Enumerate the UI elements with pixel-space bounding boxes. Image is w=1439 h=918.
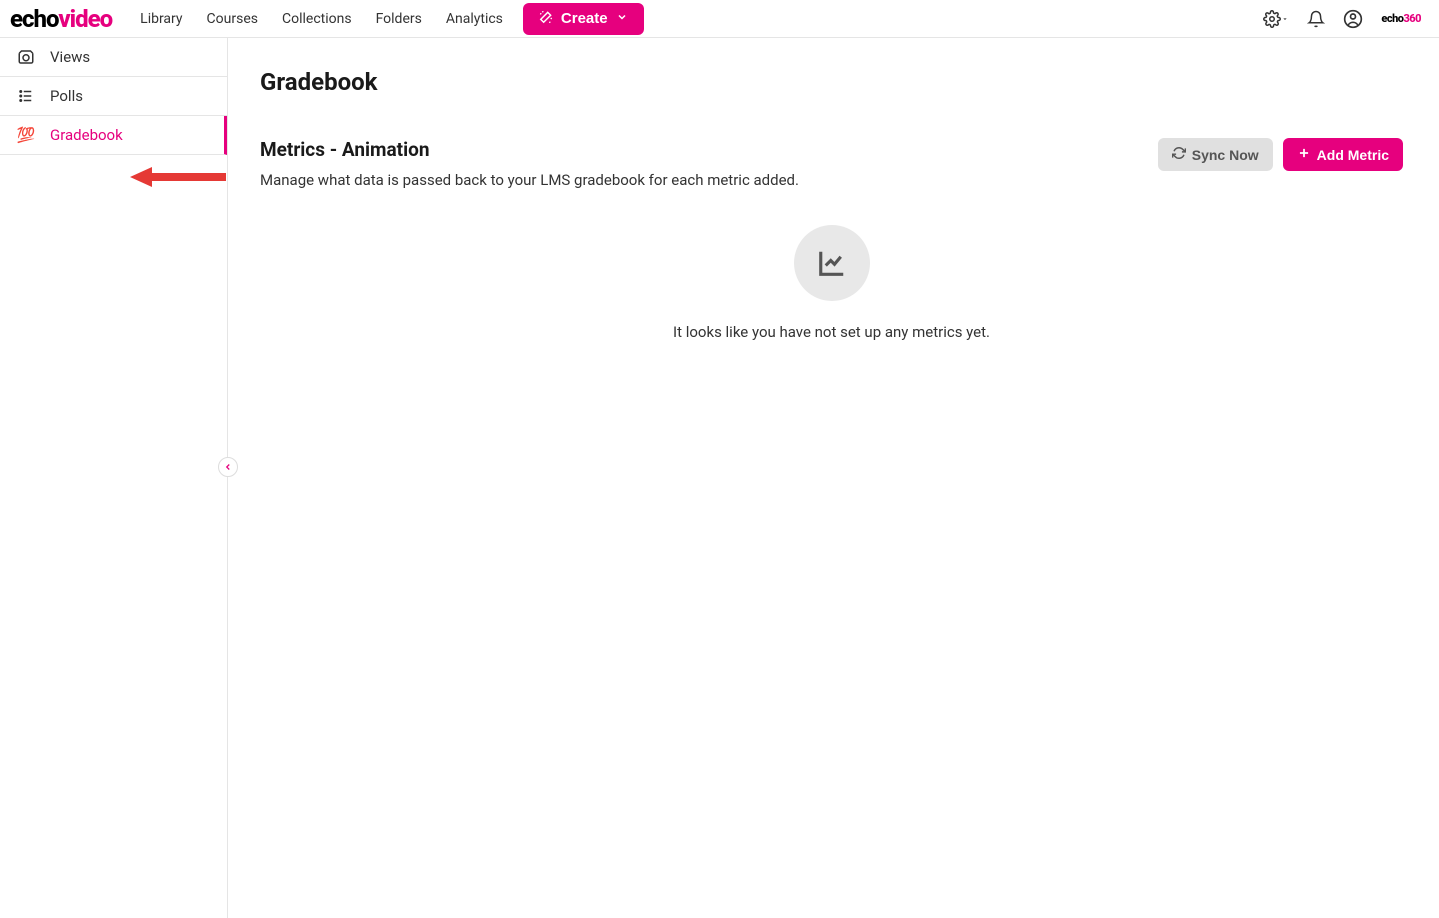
add-metric-button[interactable]: Add Metric [1283,138,1403,171]
nav-courses[interactable]: Courses [207,11,258,27]
sidebar-item-label: Gradebook [50,126,123,144]
polls-icon [16,87,36,105]
empty-text: It looks like you have not set up any me… [260,323,1403,341]
create-button[interactable]: Create [523,3,644,35]
metrics-heading: Metrics - Animation [260,138,799,161]
sidebar-item-polls[interactable]: Polls [0,77,227,116]
sidebar-item-gradebook[interactable]: 💯 Gradebook [0,116,227,155]
sync-now-button[interactable]: Sync Now [1158,138,1273,171]
refresh-icon [1172,146,1186,163]
annotation-arrow [130,165,230,193]
hundred-icon: 💯 [16,126,36,144]
logo[interactable]: echovideo [10,5,112,33]
views-icon [16,48,36,66]
metrics-description: Manage what data is passed back to your … [260,171,799,189]
chart-icon [794,225,870,301]
user-icon[interactable] [1343,9,1363,29]
top-nav: Library Courses Collections Folders Anal… [140,11,503,27]
nav-folders[interactable]: Folders [376,11,422,27]
nav-analytics[interactable]: Analytics [446,11,503,27]
sidebar-item-label: Views [50,48,90,66]
empty-state: It looks like you have not set up any me… [260,225,1403,341]
bell-icon[interactable] [1307,10,1325,28]
sidebar-item-label: Polls [50,87,83,105]
chevron-down-icon [616,10,628,27]
page-title: Gradebook [260,68,1403,96]
sidebar-item-views[interactable]: Views [0,38,227,77]
wand-icon [539,10,553,28]
settings-icon[interactable] [1263,10,1289,28]
header: echovideo Library Courses Collections Fo… [0,0,1439,38]
main-content: Gradebook Metrics - Animation Manage wha… [228,38,1439,918]
nav-library[interactable]: Library [140,11,182,27]
small-logo[interactable]: echo360 [1381,12,1421,25]
collapse-sidebar-button[interactable] [218,457,238,477]
plus-icon [1297,146,1311,163]
nav-collections[interactable]: Collections [282,11,352,27]
